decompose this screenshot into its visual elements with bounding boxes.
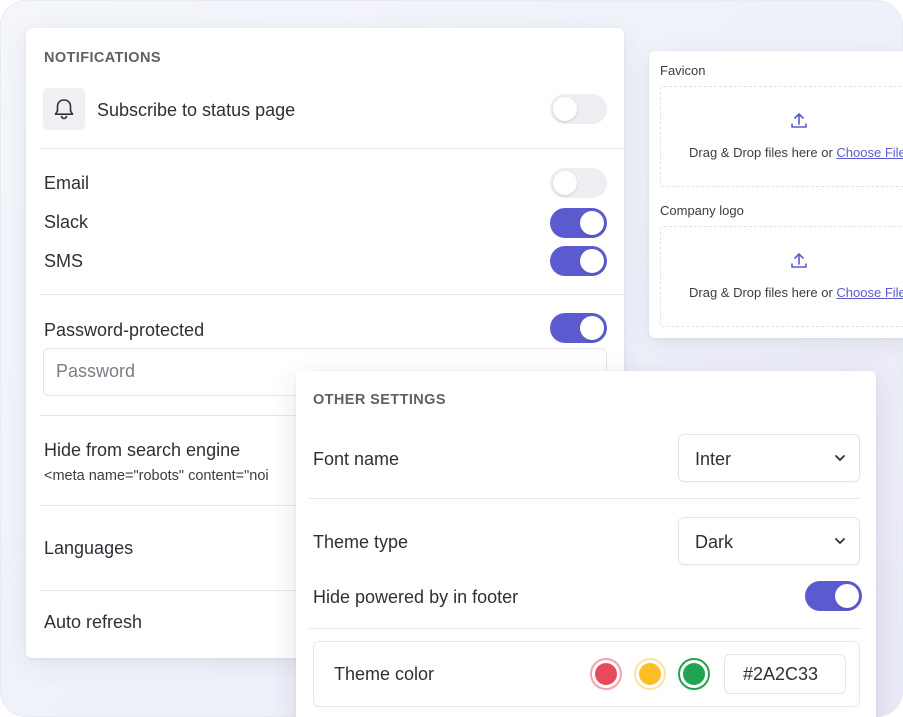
choose-file-link[interactable]: Choose File [836, 285, 903, 300]
choose-file-link[interactable]: Choose File [836, 145, 903, 160]
uploads-card: Favicon Drag & Drop files here or Choose… [649, 51, 903, 338]
divider [309, 498, 860, 499]
color-swatch-green[interactable] [678, 658, 710, 690]
favicon-drop-text: Drag & Drop files here or Choose File [689, 145, 903, 160]
font-name-label: Font name [313, 449, 400, 469]
sms-toggle[interactable] [550, 246, 607, 276]
channel-label-slack: Slack [44, 212, 89, 232]
logo-dropzone[interactable]: Drag & Drop files here or Choose File [660, 226, 903, 327]
theme-type-select[interactable]: Dark [678, 517, 860, 565]
theme-color-row: Theme color #2A2C33 [313, 641, 860, 707]
channel-label-sms: SMS [44, 251, 84, 271]
channel-label-email: Email [44, 173, 90, 193]
password-placeholder: Password [56, 361, 136, 381]
email-toggle[interactable] [550, 168, 607, 198]
theme-color-input[interactable]: #2A2C33 [724, 654, 846, 694]
divider [40, 148, 624, 149]
app-frame: NOTIFICATIONS Subscribe to status page E… [0, 0, 903, 717]
password-protected-toggle[interactable] [550, 313, 607, 343]
drag-text: Drag & Drop files here or [689, 285, 837, 300]
auto-refresh-label: Auto refresh [44, 612, 143, 632]
theme-color-label: Theme color [334, 664, 435, 684]
other-settings-title: OTHER SETTINGS [313, 392, 446, 408]
subscribe-label: Subscribe to status page [97, 100, 296, 120]
hide-search-meta: <meta name="robots" content="noi [44, 468, 269, 484]
chevron-down-icon [835, 455, 845, 461]
hide-powered-toggle[interactable] [805, 581, 862, 611]
font-name-value: Inter [695, 449, 732, 469]
color-swatch-yellow[interactable] [634, 658, 666, 690]
upload-icon [791, 113, 807, 128]
subscribe-toggle[interactable] [550, 94, 607, 124]
password-protected-label: Password-protected [44, 320, 205, 340]
notifications-title: NOTIFICATIONS [44, 50, 161, 66]
languages-label: Languages [44, 538, 134, 558]
slack-toggle[interactable] [550, 208, 607, 238]
bell-icon [54, 99, 74, 120]
chevron-down-icon [835, 538, 845, 544]
drag-text: Drag & Drop files here or [689, 145, 837, 160]
theme-color-value: #2A2C33 [743, 664, 819, 684]
divider [40, 294, 624, 295]
company-logo-label: Company logo [660, 203, 744, 218]
color-swatch-red[interactable] [590, 658, 622, 690]
favicon-dropzone[interactable]: Drag & Drop files here or Choose File [660, 86, 903, 187]
logo-drop-text: Drag & Drop files here or Choose File [689, 285, 903, 300]
hide-powered-label: Hide powered by in footer [313, 587, 519, 607]
hide-search-label: Hide from search engine [44, 440, 241, 460]
bell-icon-box [43, 88, 85, 130]
divider [309, 628, 860, 629]
theme-type-label: Theme type [313, 532, 409, 552]
font-name-select[interactable]: Inter [678, 434, 860, 482]
theme-type-value: Dark [695, 532, 734, 552]
upload-icon [791, 253, 807, 268]
favicon-label: Favicon [660, 63, 706, 78]
other-settings-card: OTHER SETTINGS Font name Inter Theme typ… [296, 371, 876, 717]
